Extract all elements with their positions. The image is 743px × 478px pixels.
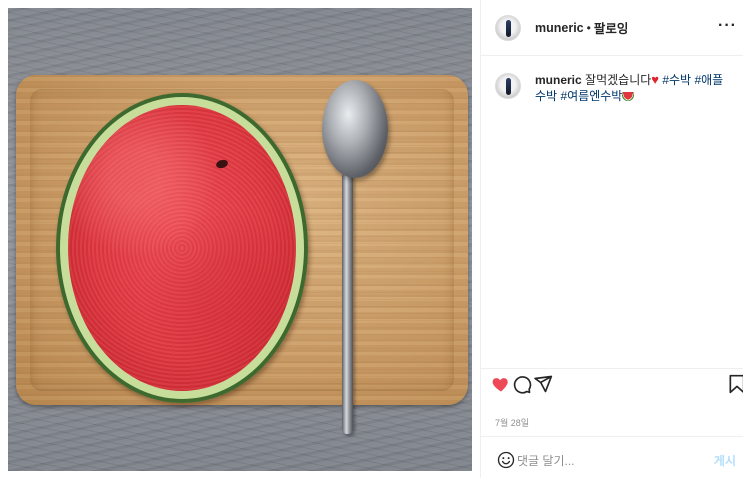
spoon-handle xyxy=(342,172,353,434)
caption-avatar[interactable] xyxy=(495,73,521,99)
bookmark-icon[interactable] xyxy=(727,374,743,394)
post-sidebar: muneric • 팔로잉 ··· muneric 잘먹겠습니다♥ #수박 #애… xyxy=(480,0,743,478)
action-bar xyxy=(481,368,743,398)
comment-input[interactable]: 댓글 달기... xyxy=(517,452,575,469)
separator-dot: • xyxy=(586,20,591,35)
caption-body: 잘먹겠습니다 xyxy=(585,73,652,87)
post-caption: muneric 잘먹겠습니다♥ #수박 #애플수박 #여름엔수박 xyxy=(481,56,743,104)
comment-bar: 댓글 달기... 게시 xyxy=(481,436,743,478)
avatar[interactable] xyxy=(495,14,521,41)
caption-text: muneric 잘먹겠습니다♥ #수박 #애플수박 #여름엔수박 xyxy=(535,72,725,104)
post-comment-button[interactable]: 게시 xyxy=(714,452,736,469)
watermelon-seed xyxy=(215,158,229,170)
speech-bubble-icon[interactable] xyxy=(512,374,532,394)
heart-filled-icon[interactable] xyxy=(491,374,511,394)
post-header: muneric • 팔로잉 ··· xyxy=(481,0,743,56)
following-button[interactable]: 팔로잉 xyxy=(594,18,629,37)
spoon-bowl xyxy=(322,80,388,178)
paper-plane-icon[interactable] xyxy=(533,374,553,394)
hashtag-link[interactable]: #수박 xyxy=(662,73,691,87)
smiley-icon[interactable] xyxy=(497,451,515,469)
post-photo[interactable] xyxy=(8,8,472,471)
watermelon-half xyxy=(56,93,308,403)
more-options-icon[interactable]: ··· xyxy=(718,17,737,35)
hashtag-link[interactable]: #여름엔수박 xyxy=(560,89,622,103)
watermelon-emoji-icon xyxy=(622,92,635,101)
caption-username-link[interactable]: muneric xyxy=(535,73,582,87)
red-heart-emoji-icon: ♥ xyxy=(651,72,659,87)
username-link[interactable]: muneric xyxy=(535,21,584,35)
post-date[interactable]: 7월 28일 xyxy=(495,416,529,429)
